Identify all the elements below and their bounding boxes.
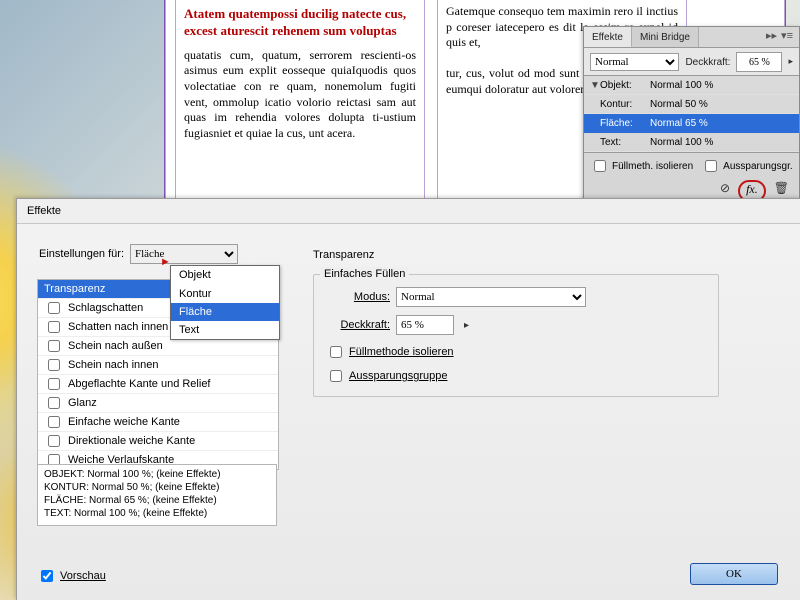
effect-item[interactable]: Schein nach innen (38, 356, 278, 375)
tab-effects[interactable]: Effekte (584, 27, 632, 47)
effect-item[interactable]: Einfache weiche Kante (38, 413, 278, 432)
dropdown-item[interactable]: Text (171, 321, 279, 339)
mode-label: Modus: (326, 290, 390, 304)
opacity-input-dlg[interactable] (396, 315, 454, 335)
group-legend: Einfaches Füllen (320, 267, 409, 281)
panel-collapse-icon[interactable]: ▸▸ (766, 29, 777, 47)
opacity-flyout-icon[interactable]: ▸ (788, 56, 793, 68)
blend-mode-select[interactable]: Normal (590, 53, 679, 71)
opacity-label-dlg: Deckkraft: (326, 318, 390, 332)
dialog-title: Effekte (17, 199, 800, 224)
right-section-title: Transparenz (313, 248, 374, 262)
panel-menu-icon[interactable]: ▾≡ (781, 29, 793, 47)
settings-for-dropdown-list[interactable]: ObjektKonturFlächeText (170, 265, 280, 340)
effect-item[interactable]: Glanz (38, 394, 278, 413)
knockout-group-checkbox[interactable]: Aussparungsgr. (701, 157, 793, 175)
effects-dialog: Effekte ► Einstellungen für: Fläche Obje… (16, 198, 800, 600)
ok-button[interactable]: OK (690, 563, 778, 585)
opacity-slider-icon[interactable]: ▸ (460, 319, 469, 332)
effects-summary: OBJEKT: Normal 100 %; (keine Effekte)KON… (37, 464, 277, 526)
settings-for-select[interactable]: Fläche (130, 244, 238, 264)
basic-fill-group: Einfaches Füllen Modus: Normal Deckkraft… (313, 274, 719, 397)
opacity-input[interactable] (736, 52, 782, 72)
opacity-label: Deckkraft: (685, 56, 730, 69)
isolate-blend-dlg[interactable]: Füllmethode isolieren (326, 343, 706, 361)
knockout-group-dlg[interactable]: Aussparungsgruppe (326, 367, 706, 385)
panel-target-row[interactable]: Fläche:Normal 65 % (584, 114, 799, 133)
settings-for-label: Einstellungen für: (39, 247, 124, 261)
effect-item[interactable]: Direktionale weiche Kante (38, 432, 278, 451)
panel-target-row[interactable]: ▼Objekt:Normal 100 % (584, 76, 799, 95)
effects-panel: Effekte Mini Bridge ▸▸ ▾≡ Normal Deckkra… (583, 26, 800, 203)
heading: Atatem quatempossi ducilig natecte cus, … (184, 6, 416, 40)
dropdown-item[interactable]: Fläche (171, 303, 279, 321)
dropdown-item[interactable]: Kontur (171, 285, 279, 303)
tab-mini-bridge[interactable]: Mini Bridge (632, 27, 699, 47)
body-text-1: quatatis cum, quatum, serrorem rescienti… (184, 48, 416, 142)
panel-target-row[interactable]: Kontur:Normal 50 % (584, 95, 799, 114)
isolate-blend-checkbox[interactable]: Füllmeth. isolieren (590, 157, 693, 175)
dropdown-item[interactable]: Objekt (171, 266, 279, 284)
mode-select[interactable]: Normal (396, 287, 586, 307)
panel-target-row[interactable]: Text:Normal 100 % (584, 133, 799, 152)
preview-checkbox[interactable]: Vorschau (37, 567, 106, 585)
effect-item[interactable]: Abgeflachte Kante und Relief (38, 375, 278, 394)
